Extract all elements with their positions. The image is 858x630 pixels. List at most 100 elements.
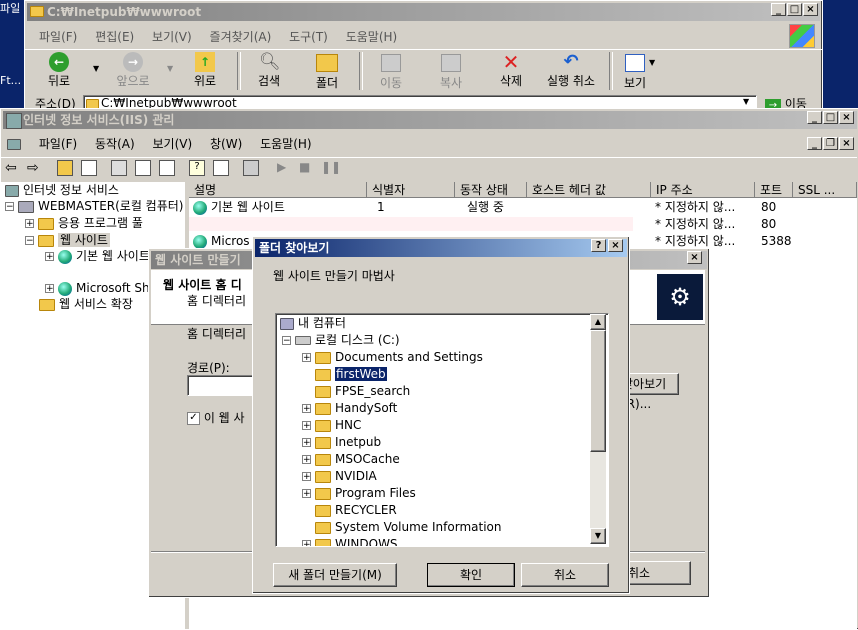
tree-item-app-pools[interactable]: + 응용 프로그램 풀: [25, 215, 143, 232]
folder-item[interactable]: FPSE_search: [315, 383, 410, 400]
folder-item[interactable]: + MSOCache: [302, 451, 400, 468]
scroll-up-icon[interactable]: ▲: [590, 314, 606, 330]
folder-dialog-titlebar[interactable]: 폴더 찾아보기: [255, 239, 627, 257]
tree-item-websites[interactable]: − 웹 사이트: [25, 232, 110, 249]
close-button[interactable]: ×: [803, 3, 818, 16]
expand-icon[interactable]: +: [45, 252, 54, 262]
column-header-description[interactable]: 설명: [189, 182, 367, 198]
explorer-titlebar[interactable]: C:₩Inetpub₩wwwroot: [27, 3, 820, 21]
minimize-button[interactable]: _: [807, 111, 822, 124]
column-header-ip[interactable]: IP 주소: [651, 182, 755, 198]
folder-item[interactable]: + Inetpub: [302, 434, 381, 451]
allow-anon-checkbox[interactable]: ✓ 이 웹 사: [187, 409, 245, 426]
folder-item[interactable]: + Documents and Settings: [302, 349, 483, 366]
folder-item[interactable]: + Program Files: [302, 485, 416, 502]
vertical-scrollbar[interactable]: ▲ ▼: [590, 314, 606, 544]
search-button[interactable]: 🔍︎ 검색: [249, 52, 289, 89]
ok-button[interactable]: 확인: [427, 563, 515, 587]
copy-button[interactable]: 복사: [431, 52, 471, 91]
back-arrow-icon[interactable]: ⇦: [5, 160, 23, 178]
tree-item-default-site[interactable]: + 기본 웹 사이트: [45, 248, 150, 265]
tree-item-my-computer[interactable]: 내 컴퓨터: [280, 315, 346, 332]
up-button[interactable]: ↑ 위로: [185, 52, 225, 89]
child-minimize-button[interactable]: _: [807, 137, 822, 150]
expand-icon[interactable]: +: [45, 284, 54, 294]
child-restore-button[interactable]: ❐: [823, 137, 838, 150]
menu-file[interactable]: 파일(F): [39, 137, 77, 151]
menu-file[interactable]: 파일(F): [39, 30, 77, 44]
refresh-icon[interactable]: [135, 160, 151, 176]
folder-tree[interactable]: 내 컴퓨터 − 로컬 디스크 (C:) + Documents and Settin…: [275, 313, 609, 547]
expand-icon[interactable]: +: [302, 472, 311, 482]
menu-edit[interactable]: 편집(E): [95, 30, 134, 44]
up-one-level-icon[interactable]: [57, 160, 73, 176]
expand-icon[interactable]: +: [25, 219, 34, 229]
menu-view[interactable]: 보기(V): [153, 137, 193, 151]
stop-icon[interactable]: ■: [299, 160, 317, 178]
start-icon[interactable]: ▶: [277, 160, 295, 178]
menu-tools[interactable]: 도구(T): [289, 30, 328, 44]
menu-favorites[interactable]: 즐겨찾기(A): [210, 30, 272, 44]
folder-item[interactable]: + HandySoft: [302, 400, 397, 417]
tree-item-iis-root[interactable]: 인터넷 정보 서비스: [5, 182, 119, 199]
menu-help[interactable]: 도움말(H): [346, 30, 398, 44]
pause-icon[interactable]: ❚❚: [321, 160, 341, 178]
menu-window[interactable]: 창(W): [210, 137, 242, 151]
move-button[interactable]: 이동: [371, 52, 411, 91]
expand-icon[interactable]: +: [302, 455, 311, 465]
expand-icon[interactable]: +: [302, 540, 311, 546]
tree-item-web-service-ext[interactable]: 웹 서비스 확장: [39, 296, 133, 313]
column-header-identifier[interactable]: 식별자: [367, 182, 455, 198]
column-header-host[interactable]: 호스트 헤더 값: [527, 182, 651, 198]
close-button[interactable]: ×: [839, 111, 854, 124]
back-button[interactable]: ← 뒤로: [39, 52, 79, 89]
maximize-button[interactable]: □: [787, 3, 802, 16]
column-header-state[interactable]: 동작 상태: [455, 182, 527, 198]
scroll-thumb[interactable]: [590, 330, 606, 452]
chevron-down-icon[interactable]: ▼: [93, 64, 99, 73]
maximize-button[interactable]: □: [823, 111, 838, 124]
column-header-port[interactable]: 포트: [755, 182, 793, 198]
menu-view[interactable]: 보기(V): [152, 30, 192, 44]
help-icon[interactable]: ?: [189, 160, 205, 176]
collapse-icon[interactable]: −: [282, 336, 291, 346]
chevron-down-icon[interactable]: ▼: [649, 58, 655, 67]
expand-icon[interactable]: +: [302, 404, 311, 414]
expand-icon[interactable]: +: [302, 353, 311, 363]
path-input[interactable]: [187, 375, 253, 396]
folders-button[interactable]: 폴더: [307, 52, 347, 91]
new-folder-button[interactable]: 새 폴더 만들기(M): [273, 563, 397, 587]
scroll-down-icon[interactable]: ▼: [590, 528, 606, 544]
show-tree-icon[interactable]: [81, 160, 97, 176]
folder-item-selected[interactable]: firstWeb: [315, 366, 388, 383]
help-button[interactable]: ?: [591, 239, 606, 252]
minimize-button[interactable]: _: [771, 3, 786, 16]
cancel-button[interactable]: 취소: [521, 563, 609, 587]
menu-help[interactable]: 도움말(H): [260, 137, 312, 151]
column-header-ssl[interactable]: SSL ...: [793, 182, 857, 198]
close-button[interactable]: ×: [687, 251, 702, 264]
folder-item[interactable]: + WINDOWS: [302, 536, 398, 546]
folder-item[interactable]: + HNC: [302, 417, 361, 434]
folder-item[interactable]: + NVIDIA: [302, 468, 377, 485]
folder-item[interactable]: RECYCLER: [315, 502, 397, 519]
close-button[interactable]: ×: [608, 239, 623, 252]
collapse-icon[interactable]: −: [5, 202, 14, 212]
address-dropdown-icon[interactable]: ▼: [743, 97, 749, 106]
collapse-icon[interactable]: −: [25, 236, 34, 246]
computer-icon[interactable]: [243, 160, 259, 176]
export-list-icon[interactable]: [159, 160, 175, 176]
expand-icon[interactable]: +: [302, 421, 311, 431]
tree-item-local-disk[interactable]: − 로컬 디스크 (C:): [282, 332, 400, 349]
tree-item-webmaster[interactable]: − WEBMASTER(로컬 컴퓨터): [5, 198, 184, 215]
action-pane-icon[interactable]: [213, 160, 229, 176]
menu-action[interactable]: 동작(A): [95, 137, 135, 151]
undo-button[interactable]: ↶ 실행 취소: [539, 52, 603, 89]
folder-item[interactable]: System Volume Information: [315, 519, 501, 536]
delete-button[interactable]: ✕ 삭제: [491, 52, 531, 89]
expand-icon[interactable]: +: [302, 438, 311, 448]
forward-arrow-icon[interactable]: ⇨: [27, 160, 45, 178]
expand-icon[interactable]: +: [302, 489, 311, 499]
iis-titlebar[interactable]: 인터넷 정보 서비스(IIS) 관리: [3, 111, 857, 129]
properties-icon[interactable]: [111, 160, 127, 176]
